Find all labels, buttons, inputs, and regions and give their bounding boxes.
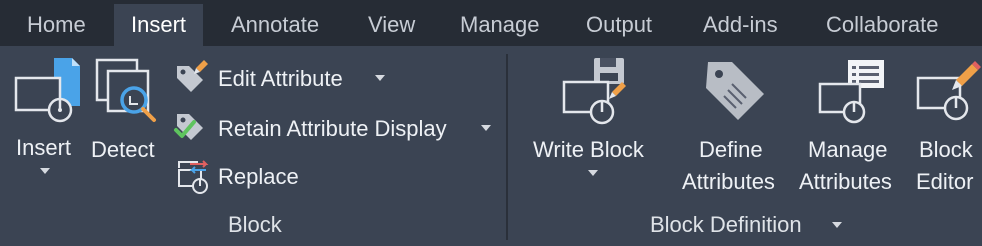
tab-add-ins[interactable]: Add-ins [703, 4, 778, 46]
tag-icon [706, 62, 764, 120]
replace-block-icon [178, 160, 209, 194]
define-attributes-button[interactable]: Define Attributes [680, 52, 790, 196]
tab-home[interactable]: Home [27, 4, 86, 46]
edit-attribute-label: Edit Attribute [218, 66, 343, 91]
manage-attributes-button[interactable]: Manage Attributes [796, 52, 906, 196]
block-definition-panel-title[interactable]: Block Definition [650, 212, 802, 238]
ribbon-tab-bar: Home Insert Annotate View Manage Output … [0, 0, 982, 46]
panel-divider [506, 54, 508, 240]
edit-attribute-icon [177, 60, 208, 92]
define-attributes-label-line1: Define [699, 137, 763, 162]
edit-attribute-dropdown-caret[interactable] [375, 75, 385, 81]
insert-block-icon [14, 58, 80, 123]
detect-label: Detect [91, 137, 155, 162]
insert-button[interactable]: Insert [10, 52, 82, 182]
tab-collaborate[interactable]: Collaborate [826, 4, 939, 46]
block-editor-icon [916, 61, 981, 121]
retain-attribute-icon [174, 114, 203, 140]
tab-insert[interactable]: Insert [114, 4, 204, 46]
insert-label: Insert [16, 135, 72, 160]
tab-view[interactable]: View [368, 4, 415, 46]
write-block-button[interactable]: Write Block [530, 52, 660, 182]
block-editor-label-line2: Editor [916, 169, 974, 194]
define-attributes-label-line2: Attributes [682, 169, 775, 194]
tab-output[interactable]: Output [586, 4, 652, 46]
block-panel-title: Block [228, 212, 282, 237]
insert-dropdown-caret[interactable] [40, 168, 50, 174]
block-definition-expand-caret[interactable] [832, 222, 842, 228]
manage-attributes-label-line2: Attributes [799, 169, 892, 194]
block-definition-title-text: Block Definition [650, 212, 802, 237]
tab-annotate[interactable]: Annotate [231, 4, 319, 46]
replace-label: Replace [218, 164, 299, 189]
detect-block-icon [95, 58, 156, 122]
edit-attribute-button[interactable]: Edit Attribute [174, 60, 394, 96]
detect-button[interactable]: Detect [88, 52, 164, 162]
write-block-label: Write Block [533, 137, 644, 162]
retain-attribute-dropdown-caret[interactable] [481, 125, 491, 131]
tab-manage[interactable]: Manage [460, 4, 540, 46]
replace-button[interactable]: Replace [174, 158, 314, 194]
block-editor-button[interactable]: Block Editor [912, 52, 981, 196]
manage-attributes-icon [818, 60, 884, 124]
retain-attribute-display-label: Retain Attribute Display [218, 116, 447, 141]
manage-attributes-label-line1: Manage [808, 137, 888, 162]
retain-attribute-display-button[interactable]: Retain Attribute Display [174, 110, 496, 146]
write-block-dropdown-caret[interactable] [588, 170, 598, 176]
write-block-icon [562, 58, 626, 125]
block-editor-label-line1: Block [919, 137, 973, 162]
